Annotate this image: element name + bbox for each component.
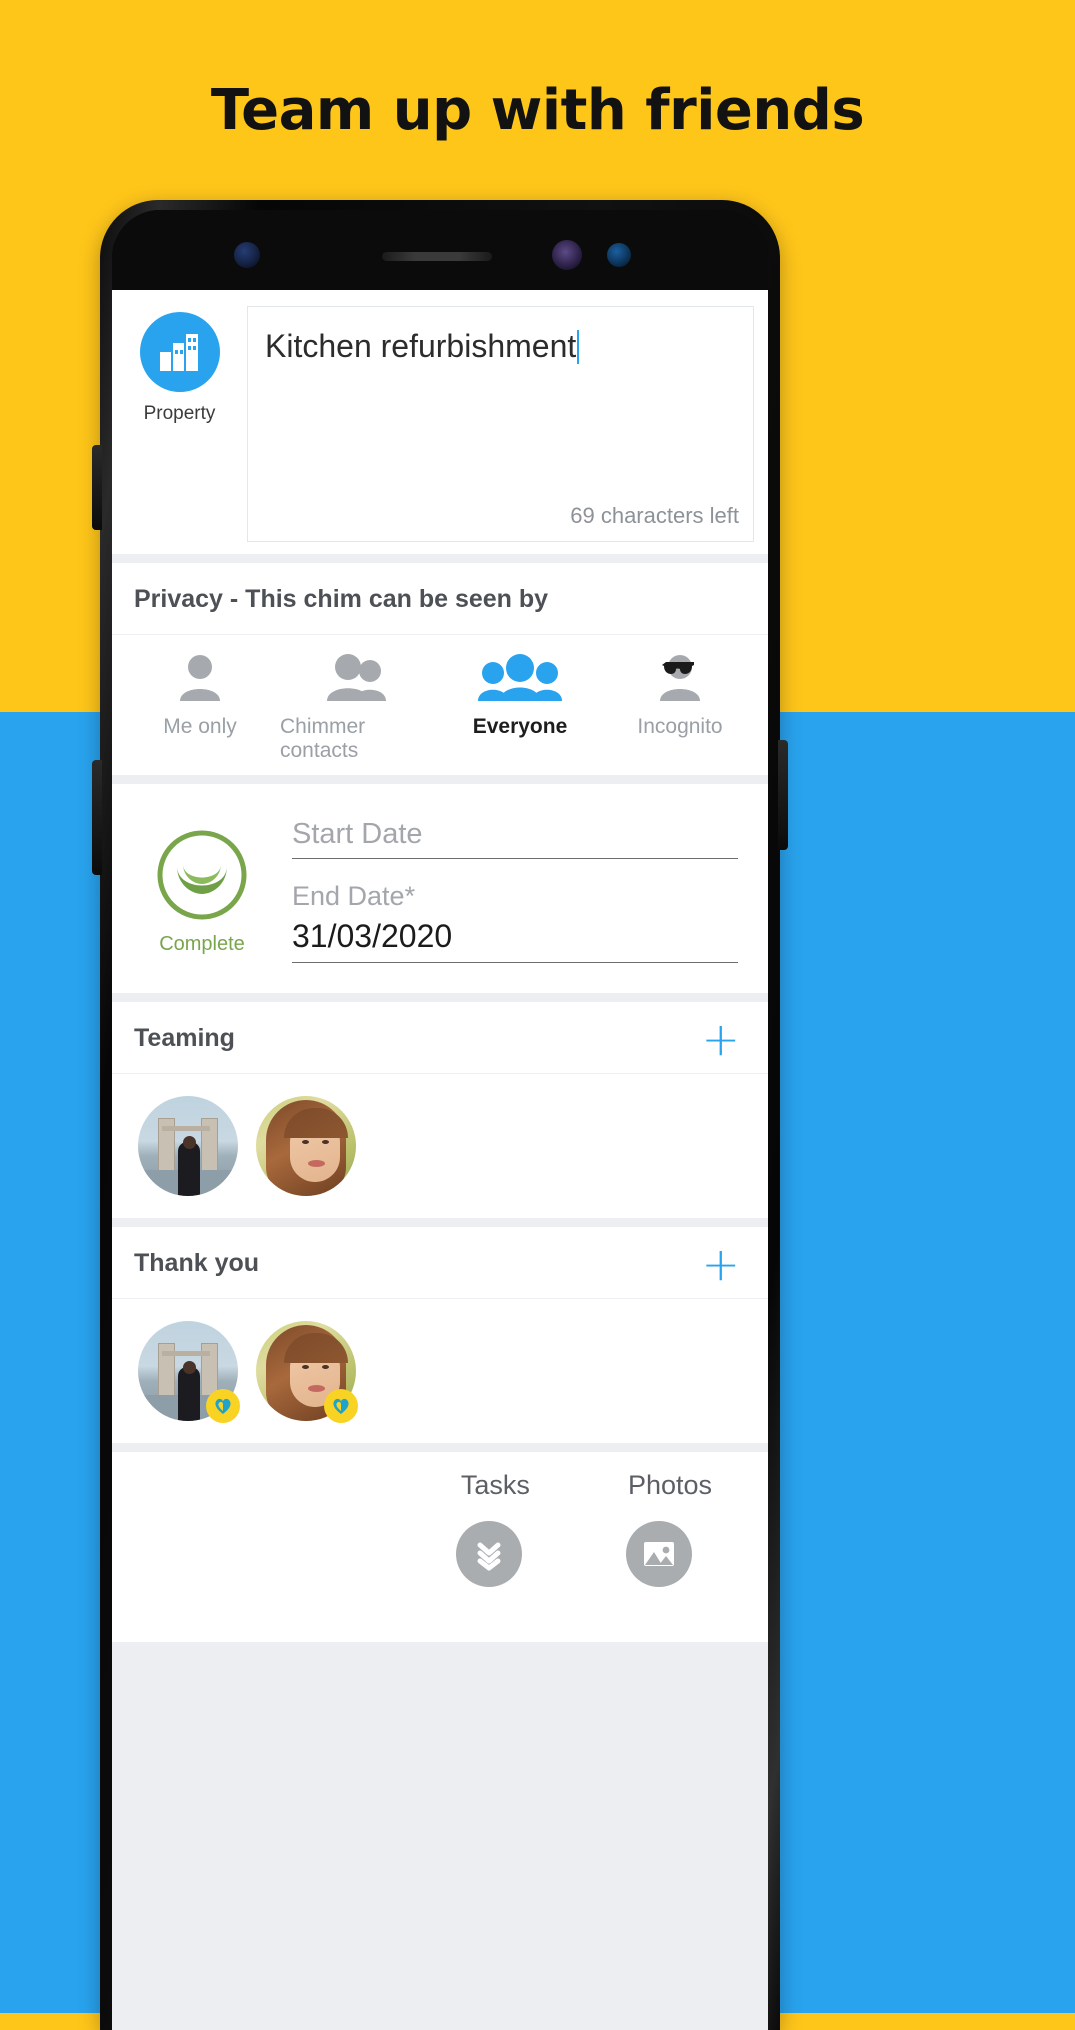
privacy-option-label: Everyone xyxy=(472,715,568,738)
single-person-icon xyxy=(174,649,226,703)
privacy-heading-label: Privacy - This chim can be seen by xyxy=(134,585,549,613)
dates-section: Complete Start Date End Date* 31/03/2020 xyxy=(112,784,768,993)
three-people-icon xyxy=(478,649,562,703)
photos-label: Photos xyxy=(627,1470,712,1500)
thank-you-member[interactable] xyxy=(256,1321,358,1423)
thank-you-heading: Thank you + xyxy=(112,1227,768,1299)
thank-you-heading-label: Thank you xyxy=(134,1249,260,1277)
date-fields: Start Date End Date* 31/03/2020 xyxy=(292,818,768,963)
earpiece-speaker-icon xyxy=(382,252,492,261)
thank-you-section: Thank you + xyxy=(112,1227,768,1443)
teaming-member[interactable] xyxy=(256,1096,356,1196)
attachments-labels: Tasks Photos xyxy=(112,1452,768,1501)
proximity-sensor-icon xyxy=(234,242,260,268)
phone-button-left-lower[interactable] xyxy=(92,760,102,875)
privacy-option-incognito[interactable]: Incognito xyxy=(600,649,760,763)
chim-title-row: Property Kitchen refurbishment 69 charac… xyxy=(112,290,768,554)
page-headline: Team up with friends xyxy=(210,78,865,143)
teaming-member[interactable] xyxy=(138,1096,238,1196)
privacy-options: Me only Chimmer contacts Everyone Incogn… xyxy=(112,635,768,775)
iris-scanner-icon xyxy=(552,240,582,270)
start-date-placeholder: Start Date xyxy=(292,818,423,850)
phone-screen-frame: Property Kitchen refurbishment 69 charac… xyxy=(112,210,768,2030)
characters-left-counter: 69 characters left xyxy=(570,503,739,528)
category-selector[interactable]: Property xyxy=(112,290,247,425)
end-date-label: End Date* xyxy=(292,881,416,911)
photos-button[interactable] xyxy=(626,1521,692,1587)
text-cursor xyxy=(577,330,580,364)
building-bars-icon xyxy=(139,312,220,392)
teaming-members xyxy=(112,1074,768,1218)
phone-device: Property Kitchen refurbishment 69 charac… xyxy=(92,200,788,2030)
add-teaming-member-button[interactable]: + xyxy=(701,1016,746,1062)
thank-you-members xyxy=(112,1299,768,1443)
category-label: Property xyxy=(143,403,216,424)
privacy-option-label: Incognito xyxy=(637,715,723,738)
chimp-badge-icon xyxy=(206,1389,240,1423)
chimp-badge-icon xyxy=(324,1389,358,1423)
chim-title-input[interactable]: Kitchen refurbishment 69 characters left xyxy=(247,306,754,542)
phone-top-bezel xyxy=(112,210,768,290)
end-date-value: 31/03/2020 xyxy=(292,918,453,954)
end-date-field[interactable]: End Date* 31/03/2020 xyxy=(292,881,738,963)
chim-title-value-wrap: Kitchen refurbishment xyxy=(265,326,739,366)
completion-status[interactable]: Complete xyxy=(112,818,292,963)
privacy-option-label: Me only xyxy=(163,715,237,738)
double-chevron-down-icon xyxy=(477,1542,501,1571)
image-icon xyxy=(644,1542,674,1566)
front-camera-icon xyxy=(607,243,631,267)
privacy-section: Privacy - This chim can be seen by Me on… xyxy=(112,563,768,775)
two-people-icon xyxy=(324,649,396,703)
privacy-option-label: Chimmer contacts xyxy=(280,715,366,762)
completion-status-label: Complete xyxy=(159,932,245,955)
start-date-field[interactable]: Start Date xyxy=(292,818,738,859)
privacy-option-me-only[interactable]: Me only xyxy=(120,649,280,763)
tower-bridge-avatar xyxy=(138,1096,238,1196)
privacy-option-everyone[interactable]: Everyone xyxy=(440,649,600,763)
attachments-bar: Tasks Photos xyxy=(112,1452,768,1642)
tasks-button[interactable] xyxy=(456,1521,522,1587)
complete-crescent-icon xyxy=(157,830,247,919)
app-screen: Property Kitchen refurbishment 69 charac… xyxy=(112,290,768,2030)
phone-button-right[interactable] xyxy=(778,740,788,850)
privacy-heading: Privacy - This chim can be seen by xyxy=(112,563,768,635)
teaming-heading: Teaming + xyxy=(112,1002,768,1074)
thank-you-member[interactable] xyxy=(138,1321,240,1423)
add-thank-you-member-button[interactable]: + xyxy=(701,1241,746,1287)
teaming-section: Teaming + xyxy=(112,1002,768,1218)
attachments-icons xyxy=(112,1501,768,1587)
woman-avatar xyxy=(256,1096,356,1196)
chim-title-value: Kitchen refurbishment xyxy=(265,328,577,364)
privacy-option-chimmer-contacts[interactable]: Chimmer contacts xyxy=(280,649,440,763)
teaming-heading-label: Teaming xyxy=(134,1024,235,1052)
tasks-label: Tasks xyxy=(460,1470,530,1500)
sunglasses-person-icon xyxy=(654,649,706,703)
phone-button-left-upper[interactable] xyxy=(92,445,102,530)
